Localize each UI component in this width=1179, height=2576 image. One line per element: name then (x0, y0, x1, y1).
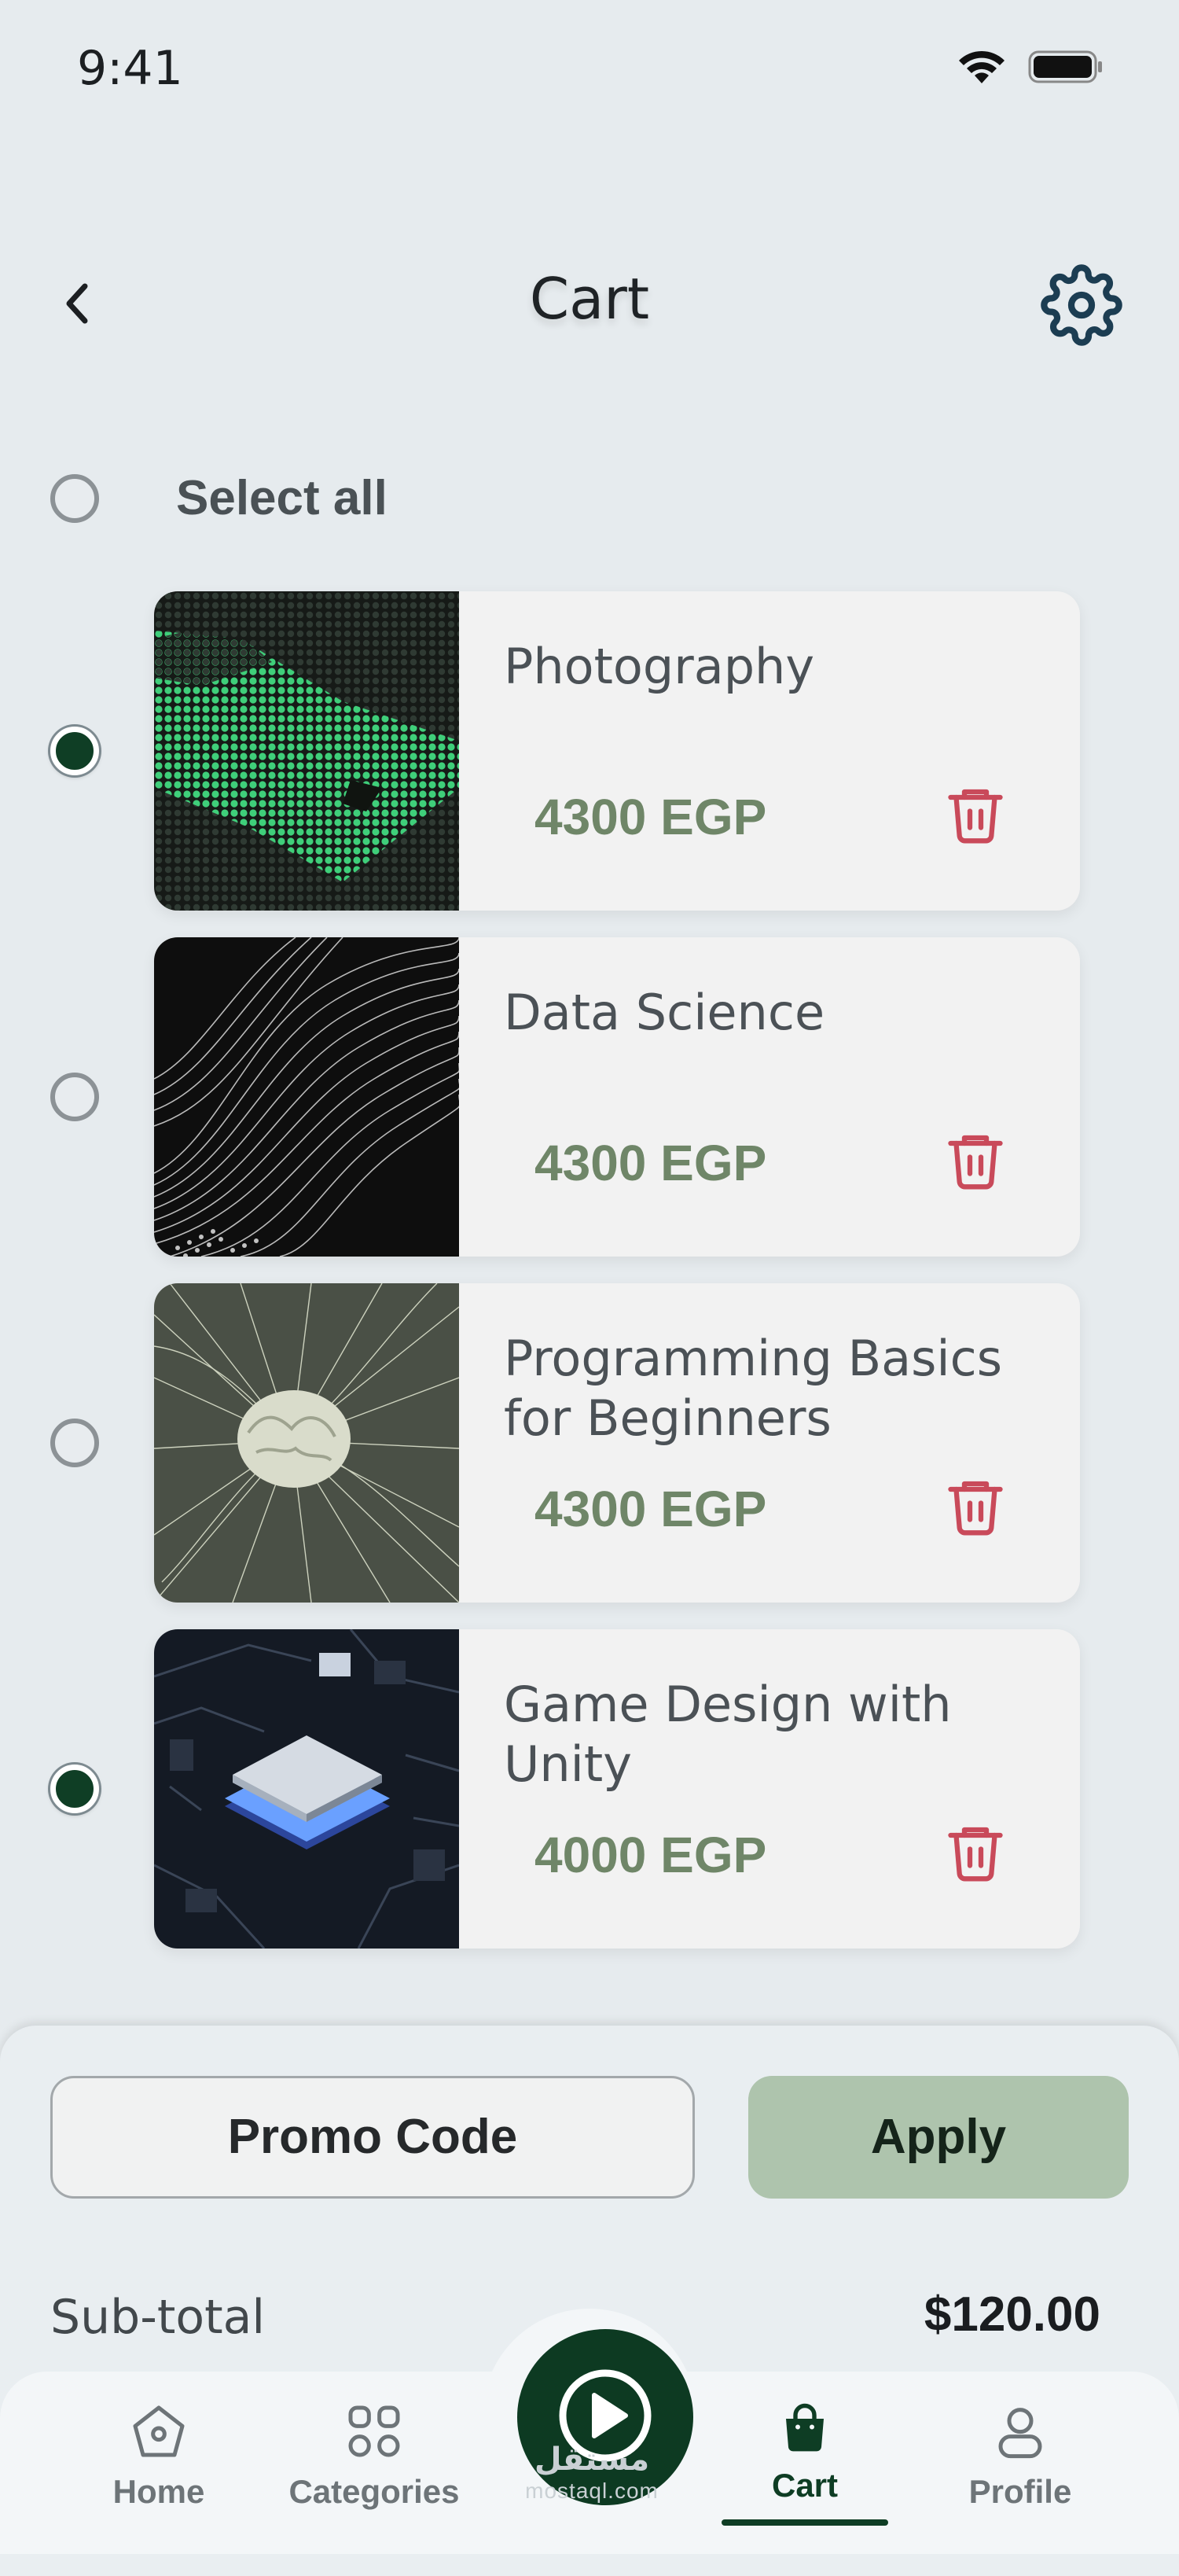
delete-button[interactable] (932, 772, 1019, 859)
subtotal-value: $120.00 (924, 2287, 1100, 2342)
cart-item-card[interactable]: Photography 4300 EGP (154, 591, 1080, 911)
watermark-arabic: مستقل (534, 2442, 650, 2477)
course-name: Data Science (504, 984, 825, 1041)
trash-icon (942, 1819, 1008, 1889)
delete-button[interactable] (932, 1810, 1019, 1897)
nav-active-indicator (722, 2519, 888, 2526)
course-thumbnail-image (154, 1629, 459, 1949)
course-price: 4000 EGP (534, 1827, 767, 1883)
delete-button[interactable] (932, 1464, 1019, 1551)
course-price: 4300 EGP (534, 1135, 767, 1191)
gear-icon (1041, 263, 1122, 350)
nav-item-profile[interactable]: Profile (926, 2400, 1115, 2511)
nav-item-cart[interactable]: Cart (711, 2400, 899, 2504)
course-name: Programming Basics for Beginners (504, 1330, 1003, 1447)
settings-button[interactable] (1034, 259, 1129, 354)
trash-icon (942, 1127, 1008, 1197)
home-icon (127, 2405, 190, 2466)
select-all-label: Select all (176, 471, 387, 525)
course-thumbnail-image (154, 937, 459, 1257)
apply-button[interactable]: Apply (748, 2076, 1129, 2199)
course-name: Photography (504, 638, 815, 695)
nav-label-categories: Categories (288, 2473, 460, 2510)
nav-label-cart: Cart (771, 2467, 839, 2504)
select-all-radio[interactable] (50, 473, 99, 523)
watermark-latin: mostaql.com (525, 2478, 659, 2503)
shopping-bag-icon (777, 2403, 833, 2460)
subtotal-label: Sub-total (50, 2290, 266, 2345)
cart-item-card[interactable]: Game Design with Unity 4000 EGP (154, 1629, 1080, 1949)
item-radio-game-design[interactable] (50, 1765, 99, 1813)
item-radio-data-science[interactable] (50, 1073, 99, 1121)
nav-label-profile: Profile (968, 2473, 1072, 2510)
select-all-row[interactable]: Select all (50, 470, 387, 526)
course-name: Game Design with Unity (504, 1676, 952, 1793)
page-title: Cart (529, 266, 650, 332)
status-icons (957, 49, 1104, 89)
person-icon (989, 2408, 1052, 2466)
nav-item-categories[interactable]: Categories (280, 2400, 468, 2511)
course-price: 4300 EGP (534, 1481, 767, 1537)
status-time: 9:41 (77, 41, 183, 96)
grid-icon (343, 2405, 406, 2466)
course-thumbnail-image (154, 591, 459, 911)
delete-button[interactable] (932, 1118, 1019, 1205)
trash-icon (942, 1473, 1008, 1543)
wifi-icon (957, 49, 1006, 89)
watermark: مستقل mostaql.com (517, 2444, 667, 2507)
battery-icon (1028, 50, 1104, 88)
nav-label-home: Home (112, 2473, 205, 2510)
promo-code-input[interactable]: Promo Code (50, 2076, 695, 2199)
nav-item-home[interactable]: Home (64, 2400, 253, 2511)
course-thumbnail-image (154, 1283, 459, 1603)
course-price: 4300 EGP (534, 789, 767, 845)
trash-icon (942, 781, 1008, 851)
cart-item-card[interactable]: Data Science 4300 EGP (154, 937, 1080, 1257)
item-radio-photography[interactable] (50, 727, 99, 775)
cart-item-card[interactable]: Programming Basics for Beginners 4300 EG… (154, 1283, 1080, 1603)
item-radio-programming-basics[interactable] (50, 1419, 99, 1467)
